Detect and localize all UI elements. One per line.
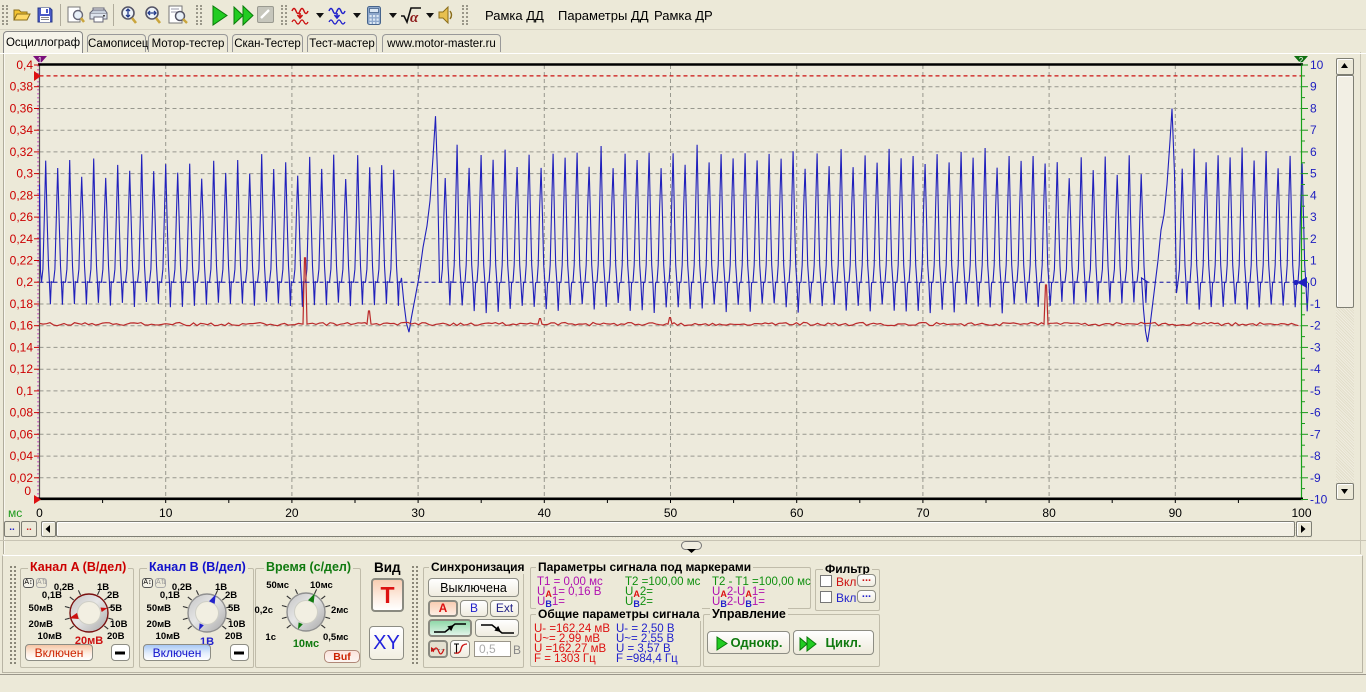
svg-text:0: 0 [24, 484, 31, 498]
svg-text:0,3: 0,3 [16, 167, 33, 181]
svg-text:0,28: 0,28 [10, 188, 34, 202]
svg-text:0,02: 0,02 [10, 471, 34, 485]
svg-text:10: 10 [1310, 58, 1324, 72]
svg-text:5: 5 [1310, 167, 1317, 181]
svg-text:-4: -4 [1310, 362, 1321, 376]
svg-text:70: 70 [916, 506, 930, 520]
svg-text:2: 2 [1310, 232, 1317, 246]
svg-text:-10: -10 [1310, 493, 1328, 507]
svg-text:10: 10 [159, 506, 173, 520]
svg-text:1: 1 [1310, 254, 1317, 268]
svg-text:3: 3 [1310, 210, 1317, 224]
svg-text:0,08: 0,08 [10, 406, 34, 420]
svg-text:20: 20 [285, 506, 299, 520]
svg-text:0: 0 [36, 506, 43, 520]
svg-text:-5: -5 [1310, 384, 1321, 398]
svg-text:4: 4 [1310, 188, 1317, 202]
svg-text:0,38: 0,38 [10, 80, 34, 94]
svg-text:-6: -6 [1310, 406, 1321, 420]
svg-text:-3: -3 [1310, 340, 1321, 354]
svg-text:0,4: 0,4 [16, 58, 33, 72]
svg-text:50: 50 [664, 506, 678, 520]
svg-text:0,06: 0,06 [10, 427, 34, 441]
svg-text:0,32: 0,32 [10, 145, 34, 159]
svg-text:мс: мс [8, 506, 22, 520]
svg-text:0,24: 0,24 [10, 232, 34, 246]
svg-text:40: 40 [538, 506, 552, 520]
svg-text:0,26: 0,26 [10, 210, 34, 224]
svg-text:-9: -9 [1310, 471, 1321, 485]
svg-text:0: 0 [1310, 275, 1317, 289]
svg-text:0,16: 0,16 [10, 319, 34, 333]
svg-text:80: 80 [1042, 506, 1056, 520]
svg-text:9: 9 [1310, 80, 1317, 94]
svg-text:α: α [410, 10, 419, 25]
svg-text:8: 8 [1310, 102, 1317, 116]
svg-text:0,12: 0,12 [10, 362, 34, 376]
svg-text:-1: -1 [1310, 297, 1321, 311]
svg-text:0,34: 0,34 [10, 123, 34, 137]
svg-text:1: 1 [38, 56, 43, 65]
svg-text:0,04: 0,04 [10, 449, 34, 463]
svg-text:90: 90 [1169, 506, 1183, 520]
svg-text:100: 100 [1291, 506, 1311, 520]
svg-text:0,1: 0,1 [16, 384, 33, 398]
svg-text:6: 6 [1310, 145, 1317, 159]
svg-text:-8: -8 [1310, 449, 1321, 463]
svg-text:60: 60 [790, 506, 804, 520]
svg-text:0,18: 0,18 [10, 297, 34, 311]
svg-text:0,36: 0,36 [10, 102, 34, 116]
svg-text:0,14: 0,14 [10, 340, 34, 354]
svg-text:-2: -2 [1310, 319, 1321, 333]
svg-text:0,22: 0,22 [10, 254, 34, 268]
svg-text:-7: -7 [1310, 427, 1321, 441]
svg-text:2: 2 [1299, 56, 1304, 65]
svg-text:30: 30 [411, 506, 425, 520]
svg-text:7: 7 [1310, 123, 1317, 137]
svg-text:0,2: 0,2 [16, 275, 33, 289]
